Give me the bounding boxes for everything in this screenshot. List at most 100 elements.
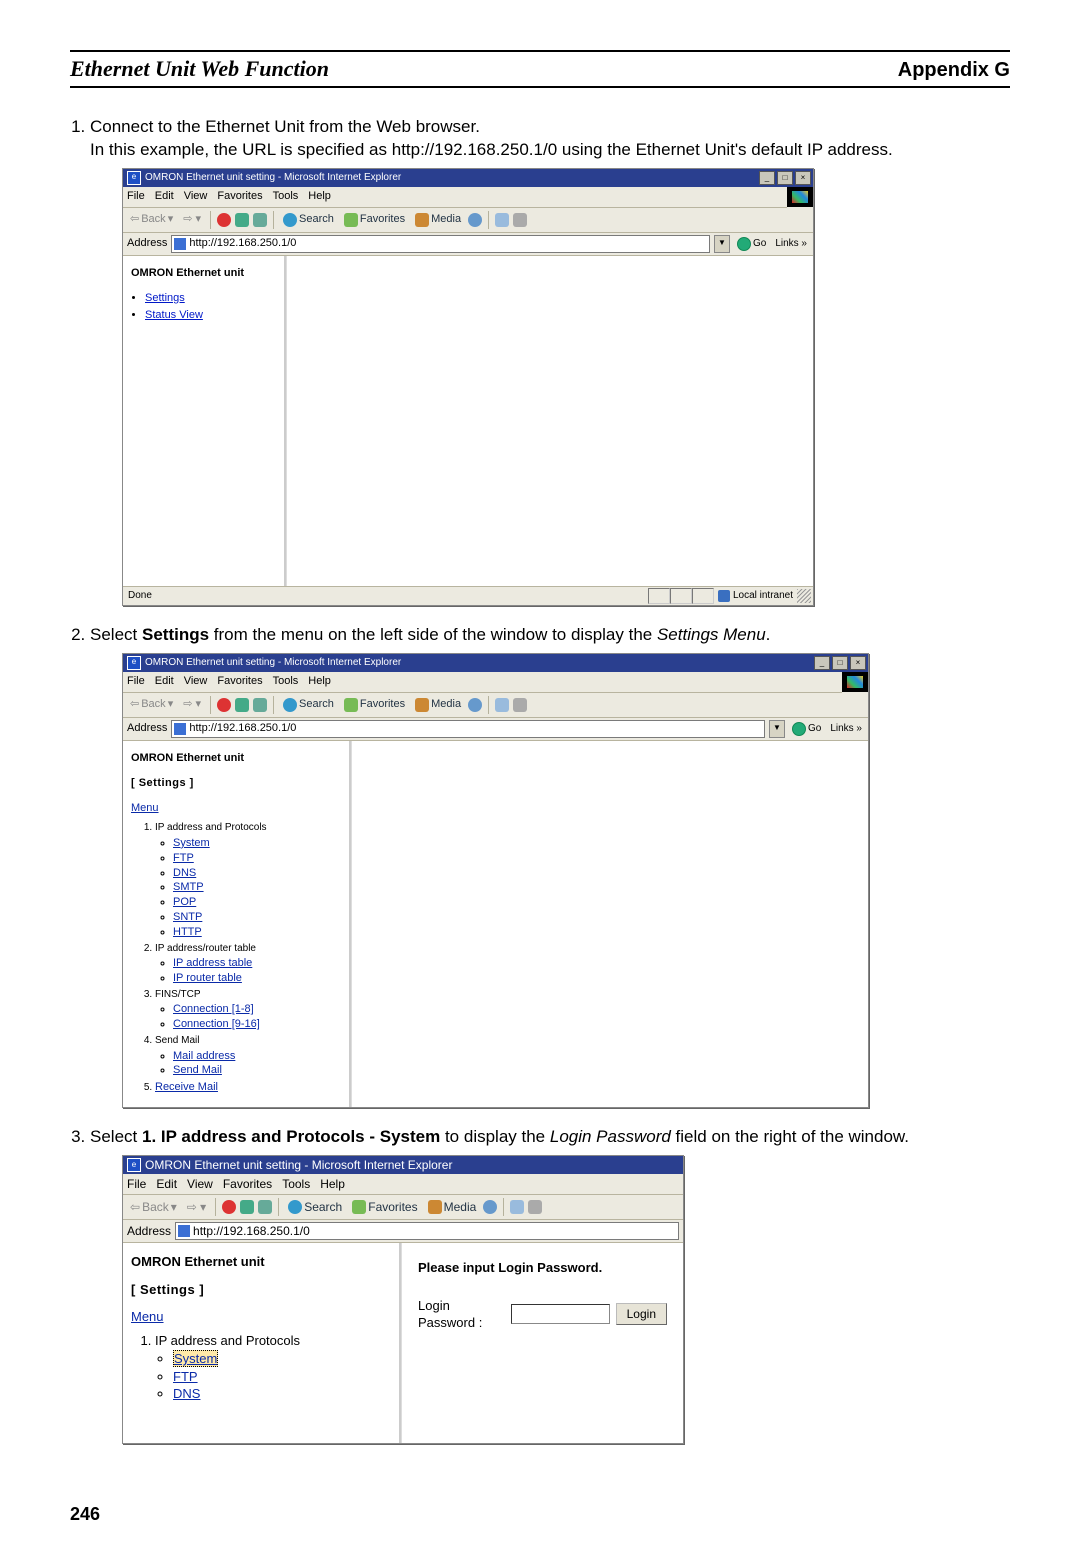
address-url: http://192.168.250.1/0 xyxy=(189,721,296,736)
menu-view[interactable]: View xyxy=(184,189,208,204)
menu-tools[interactable]: Tools xyxy=(273,189,299,204)
favorites-button[interactable]: Favorites xyxy=(349,1199,420,1215)
menu-tools[interactable]: Tools xyxy=(273,674,299,689)
home-icon[interactable] xyxy=(253,213,267,227)
stop-icon[interactable] xyxy=(222,1200,236,1214)
link-sntp[interactable]: SNTP xyxy=(173,911,202,923)
search-button[interactable]: Search xyxy=(280,212,337,227)
menu-help[interactable]: Help xyxy=(320,1176,345,1192)
step-2: Select Settings from the menu on the lef… xyxy=(90,624,1010,1108)
search-button[interactable]: Search xyxy=(285,1199,345,1215)
main-pane-empty xyxy=(351,741,868,1107)
menu-edit[interactable]: Edit xyxy=(155,189,174,204)
mail-icon[interactable] xyxy=(495,213,509,227)
print-icon[interactable] xyxy=(513,213,527,227)
link-dns[interactable]: DNS xyxy=(173,867,196,879)
window-title: OMRON Ethernet unit setting - Microsoft … xyxy=(145,171,401,185)
minimize-button[interactable]: _ xyxy=(814,656,830,670)
screenshot-1: e OMRON Ethernet unit setting - Microsof… xyxy=(122,168,814,606)
print-icon[interactable] xyxy=(528,1200,542,1214)
history-icon[interactable] xyxy=(483,1200,497,1214)
menu-favorites[interactable]: Favorites xyxy=(217,674,262,689)
address-dropdown-icon[interactable]: ▼ xyxy=(714,235,730,253)
menubar: File Edit View Favorites Tools Help xyxy=(123,1174,683,1195)
menu-help[interactable]: Help xyxy=(308,674,331,689)
menu-view[interactable]: View xyxy=(187,1176,213,1192)
address-input[interactable]: http://192.168.250.1/0 xyxy=(175,1222,679,1240)
history-icon[interactable] xyxy=(468,698,482,712)
stop-icon[interactable] xyxy=(217,698,231,712)
refresh-icon[interactable] xyxy=(235,213,249,227)
refresh-icon[interactable] xyxy=(240,1200,254,1214)
close-button[interactable]: × xyxy=(795,171,811,185)
menu-favorites[interactable]: Favorites xyxy=(217,189,262,204)
link-ftp[interactable]: FTP xyxy=(173,852,194,864)
forward-button[interactable]: ⇨ ▾ xyxy=(184,1199,209,1215)
back-button[interactable]: ⇦ Back ▾ xyxy=(127,697,176,712)
refresh-icon[interactable] xyxy=(235,698,249,712)
link-connection-1-8[interactable]: Connection [1-8] xyxy=(173,1003,254,1015)
menu-link[interactable]: Menu xyxy=(131,1309,164,1324)
menu-favorites[interactable]: Favorites xyxy=(223,1176,272,1192)
address-dropdown-icon[interactable]: ▼ xyxy=(769,720,785,738)
sidebar-link-status-view[interactable]: Status View xyxy=(145,309,203,321)
media-button[interactable]: Media xyxy=(412,697,464,712)
sidebar-link-settings[interactable]: Settings xyxy=(145,292,185,304)
favorites-button[interactable]: Favorites xyxy=(341,697,408,712)
menu-file[interactable]: File xyxy=(127,1176,146,1192)
login-button[interactable]: Login xyxy=(616,1303,667,1325)
resize-grip-icon[interactable] xyxy=(797,589,811,603)
address-input[interactable]: http://192.168.250.1/0 xyxy=(171,720,765,738)
go-button[interactable]: Go xyxy=(789,722,824,736)
step-3-pre: Select xyxy=(90,1127,142,1146)
menu-tools[interactable]: Tools xyxy=(282,1176,310,1192)
home-icon[interactable] xyxy=(258,1200,272,1214)
history-icon[interactable] xyxy=(468,213,482,227)
favorites-button[interactable]: Favorites xyxy=(341,212,408,227)
link-http[interactable]: HTTP xyxy=(173,926,202,938)
maximize-button[interactable]: □ xyxy=(832,656,848,670)
forward-button[interactable]: ⇨ ▾ xyxy=(180,212,204,227)
link-send-mail[interactable]: Send Mail xyxy=(173,1064,222,1076)
close-button[interactable]: × xyxy=(850,656,866,670)
menu-link[interactable]: Menu xyxy=(131,802,159,814)
mail-icon[interactable] xyxy=(510,1200,524,1214)
address-input[interactable]: http://192.168.250.1/0 xyxy=(171,235,710,253)
menu-edit[interactable]: Edit xyxy=(156,1176,177,1192)
stop-icon[interactable] xyxy=(217,213,231,227)
link-receive-mail[interactable]: Receive Mail xyxy=(155,1081,218,1093)
links-label[interactable]: Links » xyxy=(828,722,864,736)
menu-help[interactable]: Help xyxy=(308,189,331,204)
link-ip-router-table[interactable]: IP router table xyxy=(173,972,242,984)
link-system[interactable]: System xyxy=(173,837,210,849)
link-connection-9-16[interactable]: Connection [9-16] xyxy=(173,1018,260,1030)
links-label[interactable]: Links » xyxy=(773,237,809,251)
link-smtp[interactable]: SMTP xyxy=(173,881,204,893)
go-button[interactable]: Go xyxy=(734,237,769,251)
forward-button[interactable]: ⇨ ▾ xyxy=(180,697,204,712)
menu-view[interactable]: View xyxy=(184,674,208,689)
link-dns[interactable]: DNS xyxy=(173,1386,200,1401)
link-mail-address[interactable]: Mail address xyxy=(173,1050,235,1062)
minimize-button[interactable]: _ xyxy=(759,171,775,185)
mail-icon[interactable] xyxy=(495,698,509,712)
menu-file[interactable]: File xyxy=(127,189,145,204)
link-ftp[interactable]: FTP xyxy=(173,1369,198,1384)
link-ip-address-table[interactable]: IP address table xyxy=(173,957,252,969)
back-button[interactable]: ⇦ Back ▾ xyxy=(127,212,176,227)
media-button[interactable]: Media xyxy=(425,1199,480,1215)
search-button[interactable]: Search xyxy=(280,697,337,712)
home-icon[interactable] xyxy=(253,698,267,712)
menu-file[interactable]: File xyxy=(127,674,145,689)
ie-throbber-icon xyxy=(787,187,813,207)
link-pop[interactable]: POP xyxy=(173,896,196,908)
menu-edit[interactable]: Edit xyxy=(155,674,174,689)
ie-icon: e xyxy=(127,656,141,670)
link-system-selected[interactable]: System xyxy=(173,1350,218,1367)
login-password-input[interactable] xyxy=(511,1304,609,1324)
back-button[interactable]: ⇦ Back ▾ xyxy=(127,1199,180,1215)
media-button[interactable]: Media xyxy=(412,212,464,227)
print-icon[interactable] xyxy=(513,698,527,712)
maximize-button[interactable]: □ xyxy=(777,171,793,185)
page-icon xyxy=(178,1225,190,1237)
